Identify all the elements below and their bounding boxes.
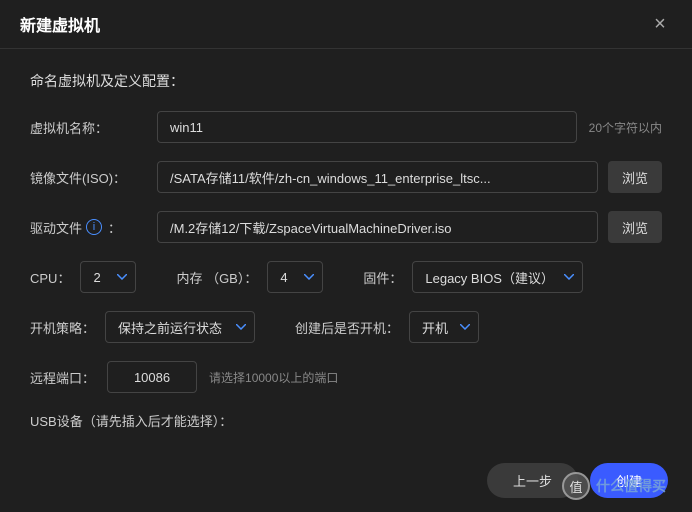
boot-policy-label: 开机策略： <box>30 318 95 337</box>
new-vm-modal: 新建虚拟机 × 命名虚拟机及定义配置： 虚拟机名称： 20个字符以内 镜像文件(… <box>0 0 692 512</box>
driver-label: 驱动文件 <box>30 218 82 237</box>
firmware-label: 固件： <box>363 268 402 287</box>
iso-browse-button[interactable]: 浏览 <box>608 161 662 193</box>
usb-label: USB设备（请先插入后才能选择）： <box>30 411 232 430</box>
cpu-value: 2 <box>93 270 100 285</box>
prev-button[interactable]: 上一步 <box>487 463 578 498</box>
memory-label: 内存 （GB）： <box>176 268 257 287</box>
modal-title: 新建虚拟机 <box>20 12 100 36</box>
boot-policy-select[interactable]: 保持之前运行状态 <box>105 311 255 343</box>
row-cpu-mem-fw: CPU： 2 内存 （GB）： 4 固件： Legacy BIOS（建议） <box>30 261 662 293</box>
autostart-select[interactable]: 开机 <box>409 311 479 343</box>
vm-name-label: 虚拟机名称： <box>30 118 108 137</box>
vm-name-limit: 20个字符以内 <box>589 119 662 136</box>
cpu-label: CPU： <box>30 268 70 287</box>
info-icon[interactable]: i <box>86 219 102 235</box>
autostart-label: 创建后是否开机： <box>295 318 399 337</box>
chevron-down-icon <box>304 274 314 280</box>
chevron-down-icon <box>460 324 470 330</box>
modal-body: 命名虚拟机及定义配置： 虚拟机名称： 20个字符以内 镜像文件(ISO)： 浏览… <box>0 49 692 449</box>
row-boot-autostart: 开机策略： 保持之前运行状态 创建后是否开机： 开机 <box>30 311 662 343</box>
close-icon[interactable]: × <box>648 13 672 36</box>
boot-policy-value: 保持之前运行状态 <box>118 318 222 337</box>
vm-name-input[interactable] <box>157 111 577 143</box>
autostart-value: 开机 <box>422 318 448 337</box>
modal-footer: 上一步 创建 值 什么值得买 <box>0 449 692 512</box>
firmware-select[interactable]: Legacy BIOS（建议） <box>412 261 583 293</box>
chevron-down-icon <box>564 274 574 280</box>
row-remote-port: 远程端口： 请选择10000以上的端口 <box>30 361 662 393</box>
create-button[interactable]: 创建 <box>590 463 668 498</box>
row-iso-file: 镜像文件(ISO)： 浏览 <box>30 161 662 193</box>
iso-path-input[interactable] <box>157 161 598 193</box>
memory-select[interactable]: 4 <box>267 261 323 293</box>
port-hint: 请选择10000以上的端口 <box>209 369 338 386</box>
row-usb-device: USB设备（请先插入后才能选择）： <box>30 411 662 430</box>
chevron-down-icon <box>236 324 246 330</box>
row-driver-file: 驱动文件 i ： 浏览 <box>30 211 662 243</box>
cpu-select[interactable]: 2 <box>80 261 136 293</box>
chevron-down-icon <box>117 274 127 280</box>
driver-browse-button[interactable]: 浏览 <box>608 211 662 243</box>
row-vm-name: 虚拟机名称： 20个字符以内 <box>30 111 662 143</box>
port-label: 远程端口： <box>30 368 95 387</box>
driver-path-input[interactable] <box>157 211 598 243</box>
modal-header: 新建虚拟机 × <box>0 0 692 49</box>
section-title: 命名虚拟机及定义配置： <box>30 71 662 91</box>
driver-colon: ： <box>108 218 121 237</box>
iso-label: 镜像文件(ISO)： <box>30 168 126 187</box>
memory-value: 4 <box>280 270 287 285</box>
firmware-value: Legacy BIOS（建议） <box>425 268 554 287</box>
port-input[interactable] <box>107 361 197 393</box>
